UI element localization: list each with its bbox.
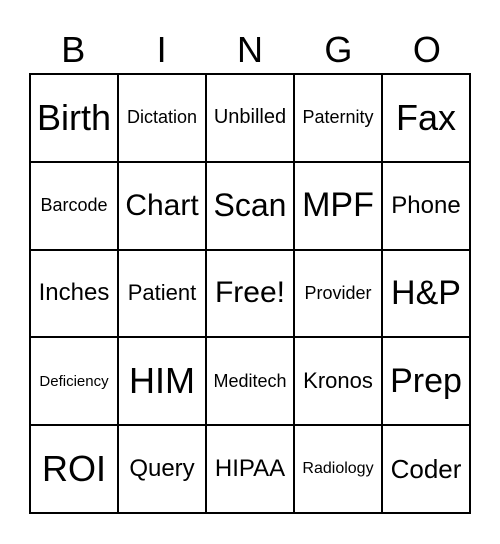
- bingo-cell[interactable]: Coder: [382, 425, 470, 513]
- bingo-grid: Birth Dictation Unbilled Paternity Fax Barcod…: [29, 73, 471, 514]
- bingo-header: B I N G O: [29, 28, 471, 72]
- bingo-cell[interactable]: Radiology: [294, 425, 382, 513]
- bingo-cell[interactable]: MPF: [294, 161, 382, 250]
- bingo-cell[interactable]: Chart: [118, 161, 206, 250]
- free-space-cell[interactable]: Free!: [206, 249, 294, 338]
- bingo-cell[interactable]: HIPAA: [206, 425, 294, 513]
- bingo-cell[interactable]: Unbilled: [206, 74, 294, 162]
- bingo-cell[interactable]: Phone: [382, 161, 470, 250]
- header-letter-i: I: [156, 29, 167, 70]
- bingo-cell[interactable]: H&P: [382, 249, 470, 338]
- header-letter-g: G: [324, 29, 353, 70]
- bingo-cell[interactable]: Inches: [30, 249, 118, 338]
- header-letter-o: O: [412, 29, 441, 70]
- bingo-cell[interactable]: Fax: [382, 74, 470, 162]
- header-letter-n: N: [237, 29, 264, 70]
- bingo-cell[interactable]: Meditech: [206, 337, 294, 426]
- bingo-cell[interactable]: Query: [118, 425, 206, 513]
- bingo-cell[interactable]: ROI: [30, 425, 118, 513]
- bingo-cell[interactable]: Birth: [30, 74, 118, 162]
- bingo-cell[interactable]: Paternity: [294, 74, 382, 162]
- bingo-cell[interactable]: Provider: [294, 249, 382, 338]
- bingo-cell[interactable]: Scan: [206, 161, 294, 250]
- bingo-cell[interactable]: Barcode: [30, 161, 118, 250]
- bingo-cell[interactable]: Deficiency: [30, 337, 118, 426]
- bingo-cell[interactable]: Patient: [118, 249, 206, 338]
- bingo-cell[interactable]: Dictation: [118, 74, 206, 162]
- header-letter-b: B: [61, 29, 86, 70]
- bingo-cell[interactable]: Kronos: [294, 337, 382, 426]
- bingo-cell[interactable]: Prep: [382, 337, 470, 426]
- bingo-cell[interactable]: HIM: [118, 337, 206, 426]
